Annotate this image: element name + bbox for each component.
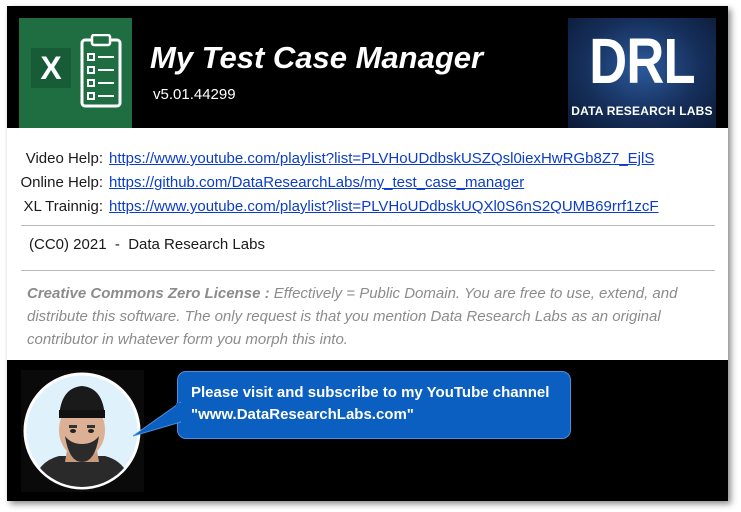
- license-text: Creative Commons Zero License : Effectiv…: [27, 282, 717, 351]
- excel-x-icon: X: [31, 48, 71, 88]
- header-banner: X My Test Case Manager v5.01.44299 DRL D…: [7, 6, 728, 128]
- license-heading: Creative Commons Zero License :: [27, 285, 270, 302]
- about-dialog: X My Test Case Manager v5.01.44299 DRL D…: [7, 6, 728, 501]
- copyright-text: (CC0) 2021 - Data Research Labs: [29, 236, 265, 253]
- app-version: v5.01.44299: [153, 86, 236, 103]
- xl-training-label: XL Trainnig:: [23, 198, 104, 215]
- divider: [21, 225, 715, 226]
- drl-logo: DRL DATA RESEARCH LABS: [568, 18, 716, 128]
- footer-banner: Please visit and subscribe to my YouTube…: [7, 360, 728, 501]
- drl-logo-name: DATA RESEARCH LABS: [571, 104, 713, 118]
- clipboard-checklist-icon: [80, 34, 122, 108]
- excel-logo: X: [19, 18, 132, 128]
- callout-text: Please visit and subscribe to my YouTube…: [191, 384, 550, 423]
- callout-pointer: [133, 401, 181, 437]
- drl-logo-letters: DRL: [589, 25, 695, 97]
- video-help-link[interactable]: https://www.youtube.com/playlist?list=PL…: [109, 150, 654, 167]
- divider: [21, 270, 715, 271]
- content-panel: Video Help: https://www.youtube.com/play…: [7, 128, 728, 360]
- video-help-label: Video Help:: [25, 150, 103, 167]
- author-avatar-icon: [21, 370, 144, 492]
- online-help-label: Online Help:: [20, 174, 103, 191]
- app-title: My Test Case Manager: [150, 40, 484, 75]
- xl-training-link[interactable]: https://www.youtube.com/playlist?list=PL…: [109, 198, 659, 215]
- subscribe-callout: Please visit and subscribe to my YouTube…: [177, 371, 571, 439]
- online-help-link[interactable]: https://github.com/DataResearchLabs/my_t…: [109, 174, 524, 191]
